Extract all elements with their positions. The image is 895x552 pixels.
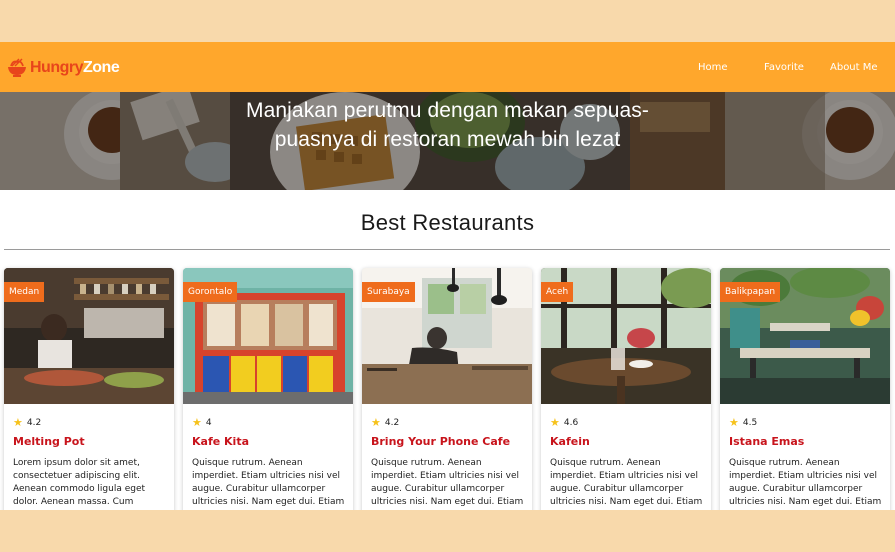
city-badge: Aceh <box>541 282 574 302</box>
page: HungryZone Home Favorite About Me Manjak… <box>0 42 895 510</box>
city-badge: Medan <box>4 282 45 302</box>
rating: ★ 4.5 <box>729 416 758 429</box>
hero-tagline: Manjakan perutmu dengan makan sepuas- pu… <box>0 96 895 154</box>
rating-value: 4 <box>205 418 212 428</box>
city-badge: Gorontalo <box>183 282 238 302</box>
restaurant-name[interactable]: Kafe Kita <box>192 435 249 448</box>
section-divider <box>4 249 890 250</box>
brand-logo[interactable]: HungryZone <box>6 56 120 80</box>
hero-banner: Manjakan perutmu dengan makan sepuas- pu… <box>0 92 895 190</box>
restaurant-name[interactable]: Melting Pot <box>13 435 85 448</box>
city-badge: Balikpapan <box>720 282 781 302</box>
section-title: Best Restaurants <box>360 210 535 235</box>
restaurant-description: Quisque rutrum. Aenean imperdiet. Etiam … <box>192 458 345 507</box>
restaurant-card[interactable]: Surabaya ★ 4.2 Bring Your Phone Cafe Qui… <box>362 268 532 510</box>
restaurant-description: Quisque rutrum. Aenean imperdiet. Etiam … <box>550 458 703 507</box>
restaurant-card[interactable]: Aceh ★ 4.6 Kafein Quisque rutrum. Aenean… <box>541 268 711 510</box>
city-badge: Surabaya <box>362 282 415 302</box>
star-icon: ★ <box>192 416 202 429</box>
star-icon: ★ <box>729 416 739 429</box>
rating: ★ 4 <box>192 416 212 429</box>
nav-favorite[interactable]: Favorite <box>764 62 804 73</box>
rating-value: 4.5 <box>742 418 758 428</box>
restaurant-card[interactable]: Medan ★ 4.2 Melting Pot Lorem ipsum dolo… <box>4 268 174 510</box>
star-icon: ★ <box>550 416 560 429</box>
restaurant-card[interactable]: Gorontalo ★ 4 Kafe Kita Quisque rutrum. … <box>183 268 353 510</box>
restaurant-name[interactable]: Bring Your Phone Cafe <box>371 435 510 448</box>
nav-home[interactable]: Home <box>698 62 728 73</box>
food-bowl-icon <box>6 58 28 78</box>
restaurant-description: Quisque rutrum. Aenean imperdiet. Etiam … <box>729 458 882 507</box>
restaurant-description: Lorem ipsum dolor sit amet, consectetuer… <box>13 458 146 507</box>
rating: ★ 4.6 <box>550 416 579 429</box>
rating: ★ 4.2 <box>13 416 42 429</box>
rating-value: 4.2 <box>26 418 42 428</box>
hero-tagline-line2: puasnya di restoran mewah bin lezat <box>274 128 621 151</box>
nav-about-me[interactable]: About Me <box>830 62 890 73</box>
star-icon: ★ <box>13 416 23 429</box>
brand-name: HungryZone <box>30 59 120 77</box>
restaurant-description: Quisque rutrum. Aenean imperdiet. Etiam … <box>371 458 524 507</box>
restaurant-name[interactable]: Kafein <box>550 435 590 448</box>
brand-name-part2: Zone <box>83 59 120 76</box>
restaurant-card[interactable]: Balikpapan ★ 4.5 Istana Emas Quisque rut… <box>720 268 890 510</box>
app-header: HungryZone Home Favorite About Me <box>0 42 895 92</box>
hero-tagline-line1: Manjakan perutmu dengan makan sepuas- <box>246 99 649 122</box>
brand-name-part1: Hungry <box>30 59 84 76</box>
rating: ★ 4.2 <box>371 416 400 429</box>
restaurant-name[interactable]: Istana Emas <box>729 435 804 448</box>
star-icon: ★ <box>371 416 381 429</box>
rating-value: 4.6 <box>563 418 579 428</box>
rating-value: 4.2 <box>384 418 400 428</box>
